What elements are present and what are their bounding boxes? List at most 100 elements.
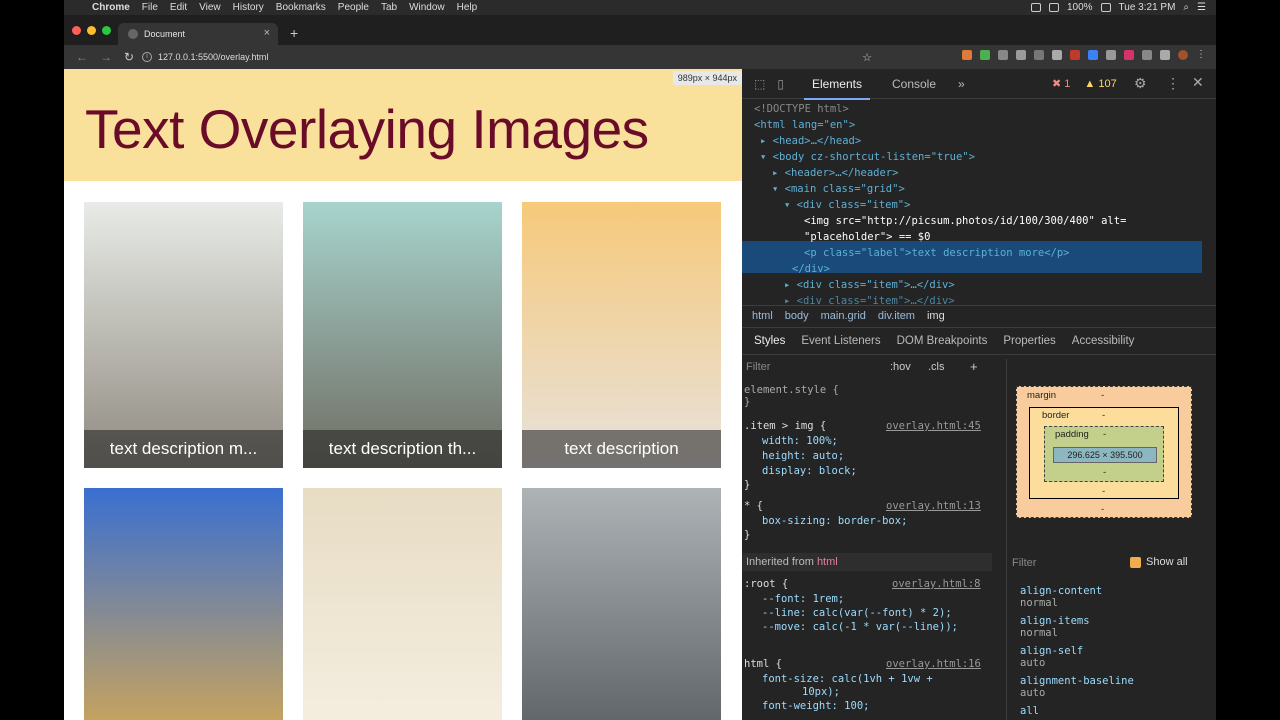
show-all-checkbox[interactable] — [1130, 557, 1141, 568]
computed-property[interactable]: all — [1020, 705, 1039, 717]
tab-accessibility[interactable]: Accessibility — [1072, 335, 1135, 347]
tab-styles[interactable]: Styles — [754, 335, 785, 347]
computed-filter-input[interactable]: Filter — [1012, 557, 1036, 569]
styles-filter-input[interactable]: Filter — [746, 361, 770, 373]
battery-icon[interactable] — [1100, 3, 1111, 12]
menu-bookmarks[interactable]: Bookmarks — [276, 2, 326, 13]
css-property[interactable]: box-sizing: border-box; — [762, 514, 907, 528]
rule-selector[interactable]: html { — [744, 657, 782, 671]
more-tabs-icon[interactable]: » — [958, 77, 965, 91]
settings-gear-icon[interactable]: ⚙ — [1134, 75, 1147, 92]
dom-main[interactable]: ▾ <main class="grid"> — [772, 181, 905, 197]
grid-item[interactable]: text description th... — [303, 202, 502, 468]
tab-close-icon[interactable]: × — [264, 27, 270, 39]
margin-bottom-value[interactable]: - — [1101, 504, 1104, 515]
grid-item[interactable] — [84, 488, 283, 720]
address-bar[interactable]: i 127.0.0.1:5500/overlay.html ☆ — [142, 48, 872, 66]
menu-chrome[interactable]: Chrome — [92, 2, 130, 13]
more-menu-icon[interactable]: ⋮ — [1196, 50, 1206, 60]
css-property[interactable]: height: auto; — [762, 449, 844, 463]
browser-tab[interactable]: Document × — [118, 23, 278, 45]
computed-property[interactable]: align-self auto — [1020, 645, 1083, 669]
css-property[interactable]: --line: calc(var(--font) * 2); — [762, 606, 952, 620]
grid-item[interactable]: text description m... — [84, 202, 283, 468]
new-tab-button[interactable]: + — [290, 25, 298, 41]
breadcrumb-body[interactable]: body — [785, 310, 809, 322]
extension-icon[interactable] — [998, 50, 1008, 60]
box-content-size[interactable]: 296.625 × 395.500 — [1053, 447, 1157, 463]
inspect-element-icon[interactable]: ⬚ — [754, 77, 765, 91]
extension-icon[interactable] — [1052, 50, 1062, 60]
minimize-window-button[interactable] — [87, 26, 96, 35]
breadcrumb-main[interactable]: main.grid — [821, 310, 866, 322]
forward-icon[interactable]: → — [100, 50, 112, 64]
element-style-rule[interactable]: element.style { — [744, 383, 839, 397]
menu-people[interactable]: People — [338, 2, 369, 13]
menu-file[interactable]: File — [142, 2, 158, 13]
css-property[interactable]: --move: calc(-1 * var(--line)); — [762, 620, 958, 634]
cls-toggle[interactable]: .cls — [928, 361, 945, 373]
breadcrumb-div[interactable]: div.item — [878, 310, 915, 322]
rule-selector[interactable]: * { — [744, 499, 763, 513]
computed-property[interactable]: align-content normal — [1020, 585, 1102, 609]
dom-html[interactable]: <html lang="en"> — [754, 117, 855, 133]
rule-source-link[interactable]: overlay.html:45 — [886, 419, 981, 433]
computed-property[interactable]: align-items normal — [1020, 615, 1090, 639]
border-top-value[interactable]: - — [1102, 410, 1105, 421]
breadcrumb-img[interactable]: img — [927, 310, 945, 322]
padding-top-value[interactable]: - — [1103, 429, 1106, 440]
extension-icon[interactable] — [980, 50, 990, 60]
device-toolbar-icon[interactable]: ▯ — [777, 77, 784, 91]
dom-img[interactable]: <img src="http://picsum.photos/id/100/30… — [804, 213, 1126, 229]
url-text[interactable]: 127.0.0.1:5500/overlay.html — [158, 52, 268, 62]
tab-console[interactable]: Console — [892, 77, 936, 91]
extension-icon[interactable] — [1088, 50, 1098, 60]
menu-help[interactable]: Help — [457, 2, 478, 13]
bookmark-star-icon[interactable]: ☆ — [862, 51, 872, 64]
close-devtools-icon[interactable]: ✕ — [1192, 74, 1204, 91]
menu-history[interactable]: History — [233, 2, 264, 13]
rule-selector[interactable]: .item > img { — [744, 419, 826, 433]
dom-body[interactable]: ▾ <body cz-shortcut-listen="true"> — [760, 149, 975, 165]
css-property[interactable]: font-weight: 100; — [762, 699, 869, 713]
computed-property[interactable]: alignment-baseline auto — [1020, 675, 1134, 699]
inherited-source[interactable]: html — [817, 556, 838, 568]
hov-toggle[interactable]: :hov — [890, 361, 911, 373]
tab-properties[interactable]: Properties — [1003, 335, 1055, 347]
extension-icon[interactable] — [1106, 50, 1116, 60]
extension-icon[interactable] — [1142, 50, 1152, 60]
rule-source-link[interactable]: overlay.html:13 — [886, 499, 981, 513]
menu-tab[interactable]: Tab — [381, 2, 397, 13]
spotlight-icon[interactable]: ⌕ — [1183, 2, 1189, 13]
menu-edit[interactable]: Edit — [170, 2, 187, 13]
dom-img-cont[interactable]: "placeholder"> == $0 — [804, 229, 930, 245]
border-bottom-value[interactable]: - — [1102, 486, 1105, 497]
breadcrumb-html[interactable]: html — [752, 310, 773, 322]
dom-div-item[interactable]: ▾ <div class="item"> — [784, 197, 910, 213]
rule-source-link[interactable]: overlay.html:8 — [892, 577, 981, 591]
issues-counter[interactable]: ✖ 1 ▲ 107 — [1052, 77, 1117, 91]
margin-top-value[interactable]: - — [1101, 390, 1104, 401]
css-property[interactable]: width: 100%; — [762, 434, 838, 448]
control-center-icon[interactable]: ☰ — [1197, 2, 1206, 13]
close-window-button[interactable] — [72, 26, 81, 35]
puzzle-icon[interactable] — [1160, 50, 1170, 60]
extension-icon[interactable] — [1034, 50, 1044, 60]
dom-header[interactable]: ▸ <header>…</header> — [772, 165, 898, 181]
css-property[interactable]: 10px); — [802, 685, 840, 699]
tab-elements[interactable]: Elements — [803, 77, 871, 100]
dom-div-item-2[interactable]: ▸ <div class="item">…</div> — [784, 277, 955, 293]
menu-view[interactable]: View — [199, 2, 221, 13]
dom-p-label[interactable]: <p class="label">text description more</… — [804, 245, 1070, 261]
extension-icon[interactable] — [1070, 50, 1080, 60]
devtools-menu-icon[interactable]: ⋮ — [1166, 75, 1180, 92]
rule-selector[interactable]: :root { — [744, 577, 788, 591]
clock[interactable]: Tue 3:21 PM — [1119, 2, 1176, 13]
new-rule-button[interactable]: + — [970, 359, 978, 374]
tab-dom-breakpoints[interactable]: DOM Breakpoints — [897, 335, 988, 347]
padding-bottom-value[interactable]: - — [1103, 467, 1106, 478]
tab-event-listeners[interactable]: Event Listeners — [801, 335, 880, 347]
back-icon[interactable]: ← — [76, 50, 88, 64]
grid-item[interactable] — [303, 488, 502, 720]
wifi-icon[interactable] — [1030, 3, 1041, 12]
